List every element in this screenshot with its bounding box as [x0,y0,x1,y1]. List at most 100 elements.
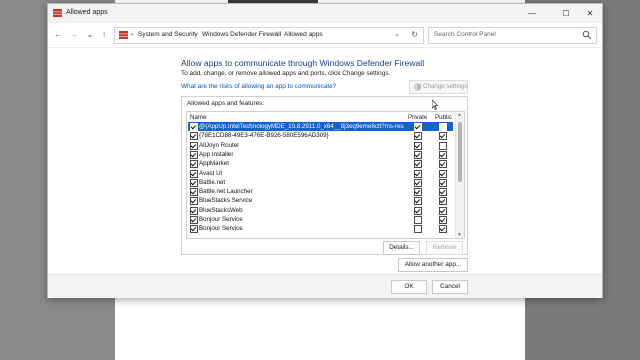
app-name: Bonjour Service [199,216,243,223]
app-row[interactable]: Battle.net Launcher [188,187,453,197]
page-heading: Allow apps to communicate through Window… [181,58,425,68]
ok-button[interactable]: OK [391,280,427,294]
app-enabled-checkbox[interactable] [190,132,198,141]
allowed-apps-window: Allowed apps — ☐ ✕ ← → ⌄ ↑ « System and … [47,3,603,298]
breadcrumb-separator: › [275,30,278,37]
maximize-button[interactable]: ☐ [556,7,576,20]
app-row[interactable]: BlueStacksWeb [188,206,453,215]
apps-list[interactable]: Name Private Public @{AppUp.IntelTechnol… [186,111,465,239]
private-checkbox[interactable] [414,216,422,224]
app-name: BlueStacksWeb [199,206,243,214]
address-dropdown-icon[interactable]: ⌄ [394,30,400,38]
address-bar[interactable]: « System and Security › Windows Defender… [114,27,424,44]
instruction-text: To add, change, or remove allowed apps a… [181,70,391,77]
app-row[interactable]: Bonjour Service [188,224,453,234]
app-enabled-checkbox[interactable] [190,141,198,150]
private-checkbox[interactable] [414,188,422,197]
app-enabled-checkbox[interactable] [190,160,198,169]
minimize-button[interactable]: — [522,7,542,20]
app-name: BlueStacks Service [199,197,253,205]
risks-link[interactable]: What are the risks of allowing an app to… [181,83,336,90]
private-checkbox[interactable] [414,150,422,159]
forward-arrow-icon[interactable]: → [68,29,80,41]
app-row[interactable]: App Installer [188,150,453,159]
app-enabled-checkbox[interactable] [190,150,198,159]
private-checkbox[interactable] [414,123,422,131]
list-scrollbar[interactable]: ▲ ▼ [455,112,464,238]
public-checkbox[interactable] [439,123,447,131]
up-arrow-icon[interactable]: ↑ [98,29,110,41]
app-row[interactable]: Bonjour Service [188,215,453,224]
breadcrumb-overflow[interactable]: « [130,31,134,38]
uac-shield-icon [414,83,421,91]
public-checkbox[interactable] [439,169,447,178]
change-settings-button[interactable]: Change settings [409,80,468,94]
app-enabled-checkbox[interactable] [190,188,198,197]
close-button[interactable]: ✕ [580,7,600,20]
breadcrumb-firewall[interactable]: Windows Defender Firewall [202,31,281,38]
app-row[interactable]: @{AppUp.IntelTechnologyMDE_10.8.2911.0_x… [188,122,453,131]
app-enabled-checkbox[interactable] [190,178,198,187]
app-row[interactable]: Avast UI [188,169,453,178]
back-arrow-icon[interactable]: ← [52,29,64,41]
app-name: Battle.net Launcher [199,188,253,196]
app-row[interactable]: AllJoyn Router [188,141,453,150]
app-enabled-checkbox[interactable] [190,197,198,206]
private-checkbox[interactable] [414,206,422,215]
breadcrumb-separator: › [193,30,196,37]
change-settings-label: Change settings [423,83,468,90]
scroll-thumb[interactable] [458,122,462,182]
mouse-pointer-icon [432,100,438,110]
public-checkbox[interactable] [439,206,447,215]
cancel-button[interactable]: Cancel [432,280,468,294]
app-row[interactable]: AppMarket [188,159,453,169]
public-checkbox[interactable] [439,150,447,159]
allow-another-app-button[interactable]: Allow another app... [398,258,468,272]
public-checkbox[interactable] [439,216,447,224]
control-panel-icon [119,31,128,39]
refresh-icon[interactable]: ↻ [411,30,418,39]
private-checkbox[interactable] [414,160,422,169]
group-label: Allowed apps and features: [187,100,265,107]
scroll-up-icon[interactable]: ▲ [457,112,462,118]
app-row[interactable]: Battle.net [188,178,453,187]
public-checkbox[interactable] [439,160,447,169]
private-checkbox[interactable] [414,178,422,187]
public-checkbox[interactable] [439,178,447,187]
private-checkbox[interactable] [414,225,422,234]
public-checkbox[interactable] [439,132,447,141]
search-input[interactable]: Search Control Panel [428,27,597,44]
public-checkbox[interactable] [439,225,447,234]
app-enabled-checkbox[interactable] [190,216,198,224]
list-header: Name Private Public [187,112,452,122]
public-checkbox[interactable] [439,141,447,150]
dialog-footer: OK Cancel [48,274,602,298]
app-name: Bonjour Service [199,225,243,233]
column-name[interactable]: Name [190,114,207,121]
breadcrumb-allowed-apps[interactable]: Allowed apps [284,31,323,38]
navigation-bar: ← → ⌄ ↑ « System and Security › Windows … [48,23,602,48]
app-row[interactable]: {78E1CD88-49E3-476E-B926-580E596AD309} [188,131,453,141]
allowed-apps-group: Allowed apps and features: Name Private … [181,96,468,255]
app-enabled-checkbox[interactable] [190,225,198,234]
private-checkbox[interactable] [414,141,422,150]
app-enabled-checkbox[interactable] [190,169,198,178]
title-bar[interactable]: Allowed apps — ☐ ✕ [48,4,602,23]
private-checkbox[interactable] [414,132,422,141]
app-enabled-checkbox[interactable] [190,206,198,215]
recent-locations-icon[interactable]: ⌄ [84,29,96,41]
firewall-app-icon [53,9,62,17]
scroll-down-icon[interactable]: ▼ [457,232,462,238]
column-private[interactable]: Private [408,114,427,121]
app-row[interactable]: BlueStacks Service [188,196,453,206]
public-checkbox[interactable] [439,188,447,197]
details-button[interactable]: Details... [383,241,420,255]
remove-button[interactable]: Remove [426,241,463,255]
column-public[interactable]: Public [435,114,452,121]
private-checkbox[interactable] [414,169,422,178]
app-enabled-checkbox[interactable] [190,123,198,131]
search-icon [582,30,592,40]
breadcrumb-system-security[interactable]: System and Security [138,31,198,38]
public-checkbox[interactable] [439,197,447,206]
private-checkbox[interactable] [414,197,422,206]
